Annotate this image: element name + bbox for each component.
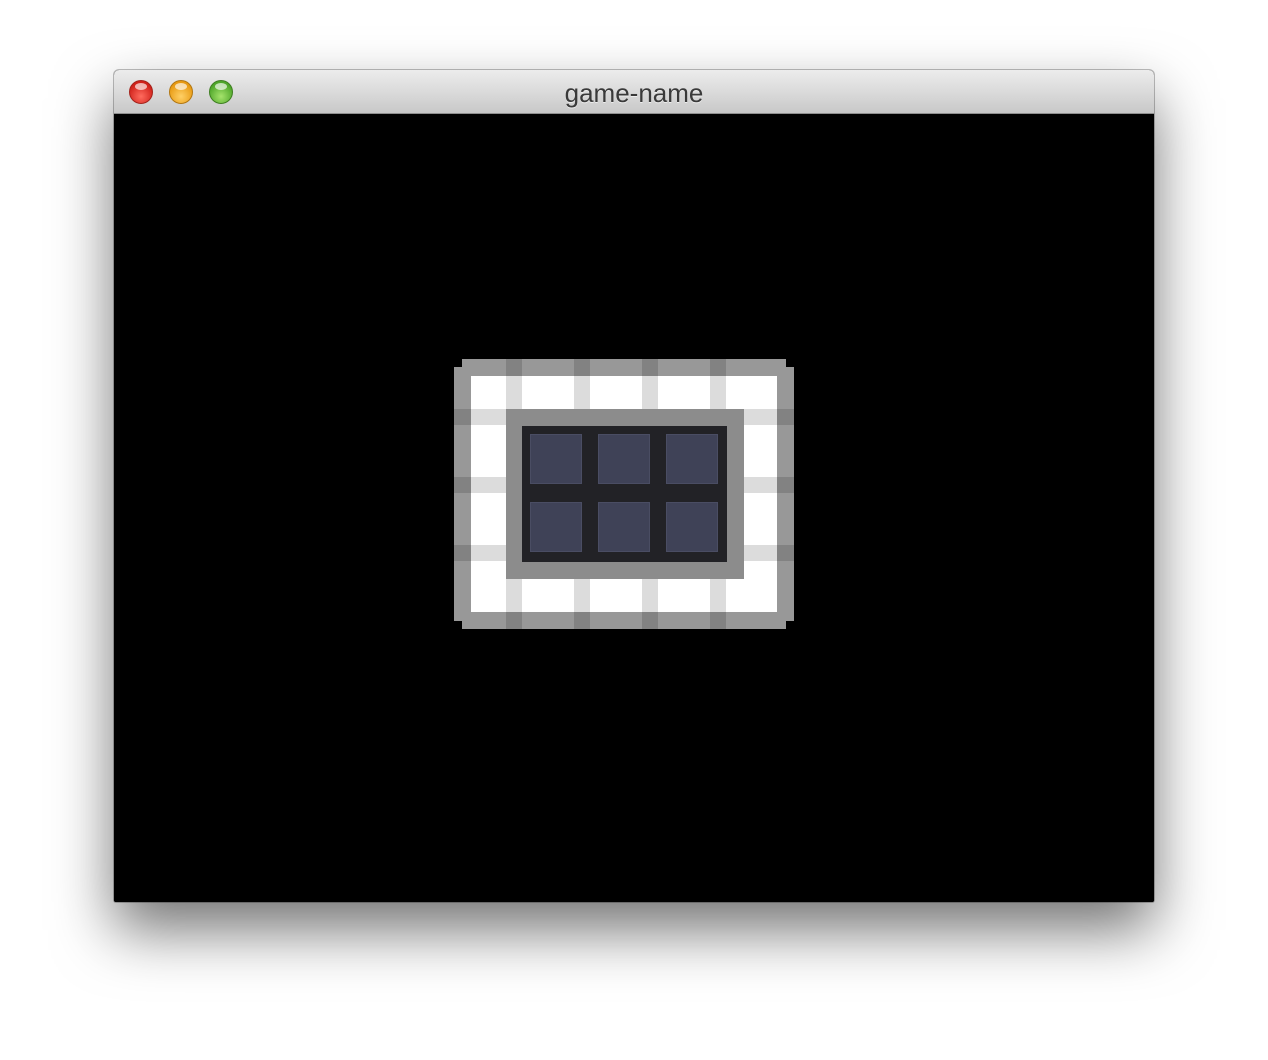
window-title: game-name	[564, 78, 704, 108]
panel-frame-mark	[454, 477, 471, 493]
panel-frame-mark	[506, 612, 522, 629]
panel-frame-mark	[574, 359, 590, 376]
panel-frame-mark	[777, 409, 794, 425]
title-bar[interactable]: game-name	[114, 70, 1154, 114]
inventory-slot[interactable]	[530, 434, 582, 484]
panel-frame-mark	[642, 612, 658, 629]
inventory-panel	[454, 359, 794, 629]
panel-frame-mark	[642, 359, 658, 376]
inventory-grid	[522, 426, 727, 562]
inventory-slot[interactable]	[666, 502, 718, 552]
panel-frame-mark	[777, 545, 794, 561]
inventory-slot[interactable]	[530, 502, 582, 552]
inventory-slot[interactable]	[666, 434, 718, 484]
game-window: game-name	[114, 70, 1154, 902]
inventory-slot[interactable]	[598, 434, 650, 484]
panel-frame-mark	[454, 409, 471, 425]
panel-frame-mark	[710, 612, 726, 629]
panel-frame-mark	[506, 359, 522, 376]
panel-frame-mark	[777, 477, 794, 493]
game-canvas[interactable]	[114, 114, 1154, 902]
panel-frame-mark	[710, 359, 726, 376]
panel-frame-mark	[574, 612, 590, 629]
panel-frame-mark	[454, 545, 471, 561]
inventory-slot[interactable]	[598, 502, 650, 552]
